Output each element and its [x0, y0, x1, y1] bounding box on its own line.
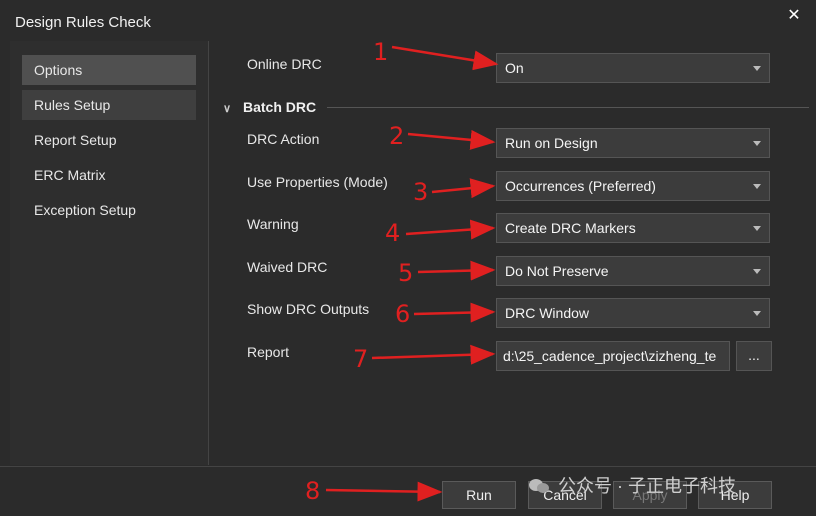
- chevron-down-icon: [753, 184, 761, 189]
- show-outputs-value: DRC Window: [505, 305, 590, 321]
- sidebar-item-options[interactable]: Options: [22, 55, 196, 85]
- sidebar-item-erc-matrix[interactable]: ERC Matrix: [22, 160, 196, 190]
- report-label: Report: [247, 344, 290, 360]
- chevron-down-icon: [753, 66, 761, 71]
- warning-value: Create DRC Markers: [505, 220, 636, 236]
- chevron-down-icon: [753, 226, 761, 231]
- watermark-text: 公众号 · 子正电子科技: [558, 476, 736, 496]
- annotation-number-2: 2: [389, 122, 405, 150]
- annotation-number-7: 7: [353, 345, 369, 373]
- waived-drc-label: Waived DRC: [247, 259, 328, 275]
- drc-action-value: Run on Design: [505, 135, 598, 151]
- online-drc-label: Online DRC: [247, 56, 322, 72]
- drc-action-label: DRC Action: [247, 131, 320, 147]
- sidebar-item-report-setup[interactable]: Report Setup: [22, 125, 196, 155]
- show-outputs-dropdown[interactable]: DRC Window: [496, 298, 770, 328]
- sidebar-item-exception-setup[interactable]: Exception Setup: [22, 195, 196, 225]
- batch-drc-title: Batch DRC: [243, 99, 317, 115]
- chevron-down-icon: ∨: [223, 103, 232, 115]
- online-drc-dropdown[interactable]: On: [496, 53, 770, 83]
- online-drc-value: On: [505, 60, 524, 76]
- close-icon[interactable]: ✕: [784, 6, 804, 26]
- browse-button[interactable]: ...: [736, 341, 772, 371]
- annotation-number-3: 3: [413, 178, 429, 206]
- wechat-icon: [529, 479, 549, 493]
- title-bar: Design Rules Check ✕: [0, 0, 816, 40]
- annotation-number-6: 6: [395, 300, 411, 328]
- watermark: 公众号 · 子正电子科技: [528, 472, 736, 498]
- annotation-number-1: 1: [373, 38, 389, 66]
- batch-drc-header[interactable]: ∨ Batch DRC: [223, 99, 316, 115]
- sidebar-item-rules-setup[interactable]: Rules Setup: [22, 90, 196, 120]
- section-divider: [327, 107, 809, 108]
- chevron-down-icon: [753, 269, 761, 274]
- show-outputs-label: Show DRC Outputs: [247, 301, 370, 317]
- waived-drc-value: Do Not Preserve: [505, 263, 609, 279]
- run-button[interactable]: Run: [442, 481, 516, 509]
- use-properties-label: Use Properties (Mode): [247, 174, 388, 190]
- annotation-number-5: 5: [398, 259, 414, 287]
- warning-dropdown[interactable]: Create DRC Markers: [496, 213, 770, 243]
- report-path-input[interactable]: d:\25_cadence_project\zizheng_te: [496, 341, 730, 371]
- sidebar: Options Rules Setup Report Setup ERC Mat…: [10, 41, 209, 465]
- use-properties-dropdown[interactable]: Occurrences (Preferred): [496, 171, 770, 201]
- warning-label: Warning: [247, 216, 299, 232]
- window-title: Design Rules Check: [15, 14, 151, 31]
- chevron-down-icon: [753, 141, 761, 146]
- annotation-number-4: 4: [385, 219, 401, 247]
- waived-drc-dropdown[interactable]: Do Not Preserve: [496, 256, 770, 286]
- chevron-down-icon: [753, 311, 761, 316]
- drc-action-dropdown[interactable]: Run on Design: [496, 128, 770, 158]
- options-panel: Online DRC On ∨ Batch DRC DRC Action Run …: [209, 41, 816, 465]
- annotation-number-8: 8: [305, 477, 321, 505]
- use-properties-value: Occurrences (Preferred): [505, 178, 656, 194]
